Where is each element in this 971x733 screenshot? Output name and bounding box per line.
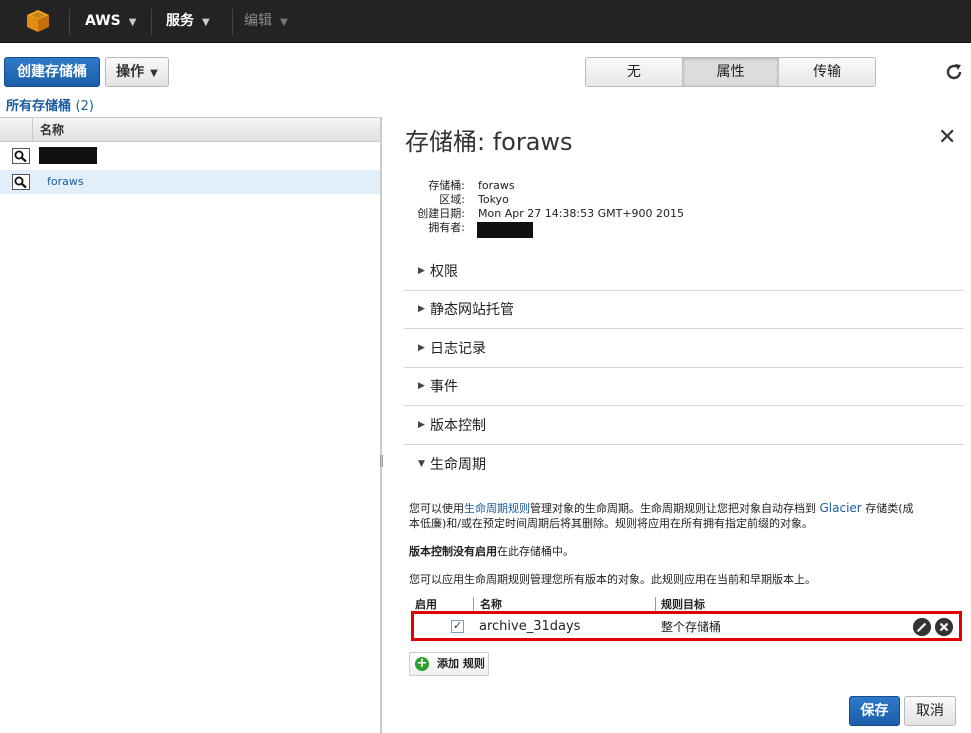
section-logging[interactable]: ▶ 日志记录 bbox=[404, 330, 963, 368]
section-label: 静态网站托管 bbox=[430, 302, 514, 318]
column-divider bbox=[473, 597, 474, 611]
segment-transfers[interactable]: 传输 bbox=[779, 58, 875, 86]
section-label: 版本控制 bbox=[430, 418, 486, 434]
apply-note: 您可以应用生命周期规则管理您所有版本的对象。此规则应用在当前和早期版本上。 bbox=[409, 573, 816, 586]
top-nav-bar: AWS ▼ 服务 ▼ 编辑 ▼ bbox=[0, 0, 971, 43]
add-plus-icon: + bbox=[415, 656, 429, 671]
lifecycle-intro: 您可以使用生命周期规则管理对象的生命周期。生命周期规则让您把对象自动存档到 Gl… bbox=[409, 501, 964, 531]
edit-menu-label: 编辑 bbox=[244, 13, 272, 29]
bucket-magnifier-icon[interactable] bbox=[12, 148, 30, 164]
meta-bucket-key: 存储桶: bbox=[428, 179, 465, 192]
bucket-name-link[interactable]: foraws bbox=[47, 170, 84, 194]
meta-bucket-value: foraws bbox=[478, 179, 515, 192]
caret-right-icon: ▶ bbox=[418, 420, 425, 430]
nav-divider bbox=[232, 9, 233, 35]
bucket-magnifier-icon[interactable] bbox=[12, 174, 30, 190]
chevron-down-icon: ▼ bbox=[280, 17, 288, 28]
meta-region-key: 区域: bbox=[439, 193, 465, 206]
redacted-bucket-name bbox=[39, 147, 97, 164]
section-static-website[interactable]: ▶ 静态网站托管 bbox=[404, 291, 963, 329]
cancel-button[interactable]: 取消 bbox=[904, 696, 956, 726]
edit-menu[interactable]: 编辑 ▼ bbox=[244, 0, 288, 43]
section-label: 生命周期 bbox=[430, 457, 486, 473]
delete-x-icon[interactable] bbox=[935, 618, 953, 636]
close-icon[interactable]: ✕ bbox=[938, 125, 956, 150]
intro-text: 存储类(成 bbox=[861, 502, 914, 515]
segment-none[interactable]: 无 bbox=[586, 58, 683, 86]
redacted-owner bbox=[477, 222, 533, 238]
nav-divider bbox=[69, 9, 70, 35]
section-permissions[interactable]: ▶ 权限 bbox=[404, 253, 963, 291]
segment-properties[interactable]: 属性 bbox=[682, 58, 780, 86]
intro-text: 管理对象的生命周期。生命周期规则让您把对象自动存档到 bbox=[530, 502, 820, 515]
add-rule-button[interactable]: + 添加 规则 bbox=[409, 652, 489, 676]
aws-cube-icon[interactable] bbox=[26, 9, 50, 33]
column-header-enabled: 启用 bbox=[415, 598, 437, 611]
add-rule-label: 添加 规则 bbox=[437, 657, 485, 670]
pane-divider[interactable] bbox=[380, 117, 382, 733]
caret-right-icon: ▶ bbox=[418, 343, 425, 353]
versioning-rest: 在此存储桶中。 bbox=[497, 545, 574, 558]
chevron-down-icon: ▼ bbox=[128, 17, 137, 28]
section-versioning[interactable]: ▶ 版本控制 bbox=[404, 407, 963, 445]
save-button[interactable]: 保存 bbox=[849, 696, 900, 726]
rule-name: archive_31days bbox=[479, 619, 581, 634]
actions-dropdown[interactable]: 操作 ▼ bbox=[105, 57, 169, 87]
aws-menu-label: AWS bbox=[85, 13, 121, 29]
rule-enabled-checkbox[interactable] bbox=[451, 619, 464, 633]
glacier-link[interactable]: Glacier bbox=[820, 501, 862, 515]
column-divider bbox=[655, 597, 656, 611]
column-header-name[interactable]: 名称 bbox=[40, 118, 64, 142]
actions-dropdown-label: 操作 bbox=[116, 64, 145, 80]
column-divider bbox=[32, 118, 33, 142]
section-lifecycle[interactable]: ▼ 生命周期 bbox=[404, 446, 963, 484]
refresh-icon[interactable] bbox=[944, 62, 964, 82]
rules-table-header: 启用 名称 规则目标 bbox=[409, 596, 961, 612]
meta-region-value: Tokyo bbox=[478, 193, 509, 206]
meta-created-key: 创建日期: bbox=[417, 207, 465, 220]
intro-text: 您可以使用 bbox=[409, 502, 464, 515]
nav-divider bbox=[151, 9, 152, 35]
meta-owner-key: 拥有者: bbox=[428, 221, 465, 234]
intro-text: 本低廉)和/或在预定时间周期后将其删除。规则将应用在所有拥有指定前缀的对象。 bbox=[409, 517, 813, 530]
bucket-row[interactable] bbox=[0, 144, 380, 168]
section-label: 权限 bbox=[430, 264, 458, 280]
services-menu-label: 服务 bbox=[166, 13, 194, 29]
column-header-rule-name: 名称 bbox=[480, 598, 502, 611]
bucket-count: (2) bbox=[75, 99, 94, 114]
lifecycle-rules-link[interactable]: 生命周期规则 bbox=[464, 502, 530, 515]
chevron-down-icon: ▼ bbox=[150, 68, 158, 79]
chevron-down-icon: ▼ bbox=[202, 17, 210, 28]
meta-created-value: Mon Apr 27 14:38:53 GMT+900 2015 bbox=[478, 207, 685, 220]
section-events[interactable]: ▶ 事件 bbox=[404, 368, 963, 406]
caret-down-icon: ▼ bbox=[418, 459, 425, 469]
bucket-list-header: 名称 bbox=[0, 118, 380, 142]
all-buckets-heading[interactable]: 所有存储桶 (2) bbox=[6, 95, 94, 114]
rule-target: 整个存储桶 bbox=[661, 620, 722, 634]
services-menu[interactable]: 服务 ▼ bbox=[166, 0, 210, 43]
bucket-row-selected[interactable]: foraws bbox=[0, 170, 380, 194]
bucket-detail-title: 存储桶: foraws bbox=[405, 128, 573, 156]
section-label: 日志记录 bbox=[430, 341, 486, 357]
view-segmented-control: 无 属性 传输 bbox=[585, 57, 876, 87]
all-buckets-label: 所有存储桶 bbox=[6, 99, 72, 114]
column-header-rule-target: 规则目标 bbox=[661, 598, 705, 611]
aws-menu[interactable]: AWS ▼ bbox=[85, 0, 136, 43]
versioning-note: 版本控制没有启用在此存储桶中。 bbox=[409, 544, 964, 559]
versioning-status: 版本控制没有启用 bbox=[409, 545, 497, 558]
resize-grip-icon[interactable] bbox=[380, 454, 384, 468]
lifecycle-rule-row[interactable]: archive_31days 整个存储桶 bbox=[415, 615, 959, 639]
caret-right-icon: ▶ bbox=[418, 304, 425, 314]
caret-right-icon: ▶ bbox=[418, 266, 425, 276]
create-bucket-button[interactable]: 创建存储桶 bbox=[4, 57, 100, 87]
bucket-list-pane: 名称 foraws bbox=[0, 117, 380, 733]
edit-pencil-icon[interactable] bbox=[913, 618, 931, 636]
caret-right-icon: ▶ bbox=[418, 381, 425, 391]
section-label: 事件 bbox=[430, 379, 458, 395]
